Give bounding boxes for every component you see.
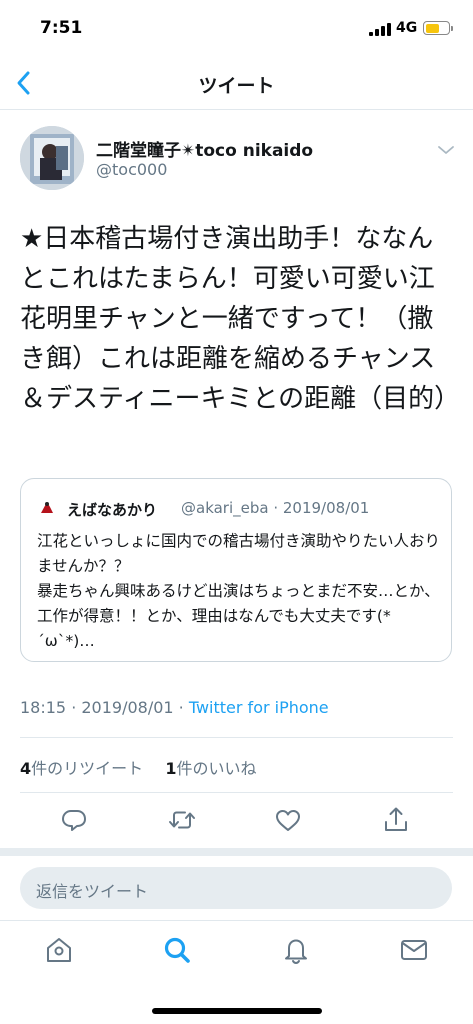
quote-avatar — [37, 498, 57, 518]
author-name[interactable]: 二階堂瞳子✴︎toco nikaido — [96, 136, 313, 161]
status-bar: 7:51 4G — [0, 0, 473, 56]
timestamp-text: 18:15 · 2019/08/01 · — [20, 698, 189, 717]
avatar[interactable] — [20, 126, 84, 190]
tweet-text: ★日本稽古場付き演出助手！ななんとこれはたまらん！可愛い可愛い江花明里チャンと一… — [20, 224, 461, 414]
battery-icon — [423, 21, 450, 35]
retweet-icon — [169, 811, 195, 829]
battery-tip — [451, 26, 453, 31]
avatar-image — [20, 126, 84, 190]
signal-icon — [369, 23, 393, 36]
reply-button[interactable] — [58, 804, 90, 836]
source-link[interactable]: Twitter for iPhone — [189, 698, 329, 717]
like-label: 件のいいね — [176, 759, 257, 778]
messages-icon — [401, 940, 427, 960]
retweet-label: 件のリツイート — [31, 759, 144, 778]
author-handle[interactable]: @toc000 — [96, 160, 167, 179]
section-separator — [0, 848, 473, 856]
tab-messages[interactable] — [398, 934, 430, 966]
quote-text-content: 江花といっしょに国内での稽古場付き演助やりたい人おりませんか？？ 暴走ちゃん興味… — [37, 532, 441, 650]
status-time: 7:51 — [40, 18, 83, 38]
retweet-button[interactable] — [166, 804, 198, 836]
reply-icon — [62, 810, 86, 831]
like-button[interactable] — [272, 804, 304, 836]
network-label: 4G — [396, 20, 418, 36]
like-icon — [276, 810, 300, 831]
like-stat[interactable]: 1件のいいね — [165, 759, 256, 778]
home-icon — [47, 938, 71, 962]
home-indicator — [152, 1008, 322, 1014]
page-title: ツイート — [198, 75, 275, 97]
tweet-timestamp: 18:15 · 2019/08/01 · Twitter for iPhone — [20, 698, 329, 717]
reply-input[interactable]: 返信をツイート — [20, 867, 452, 909]
like-count: 1 — [165, 759, 177, 778]
tab-home[interactable] — [43, 934, 75, 966]
notifications-icon — [285, 939, 307, 965]
share-button[interactable] — [380, 804, 412, 836]
divider — [20, 737, 453, 738]
tab-notifications[interactable] — [280, 934, 312, 966]
quote-author-name: えばなあかり — [67, 501, 158, 519]
retweet-stat[interactable]: 4件のリツイート — [20, 759, 143, 778]
tweet-stats: 4件のリツイート 1件のいいね — [20, 755, 257, 779]
nav-bar: ツイート — [0, 56, 473, 110]
tweet-options-button[interactable] — [434, 140, 458, 160]
quote-meta: @akari_eba · 2019/08/01 — [181, 499, 370, 517]
share-icon — [385, 807, 407, 831]
quoted-tweet[interactable]: えばなあかり @akari_eba · 2019/08/01 江花といっしょに国… — [20, 478, 452, 662]
tab-search[interactable] — [161, 934, 193, 966]
reply-placeholder: 返信をツイート — [36, 882, 149, 901]
divider — [20, 792, 453, 793]
quote-text: 江花といっしょに国内での稽古場付き演助やりたい人おりませんか？？ 暴走ちゃん興味… — [37, 529, 441, 654]
retweet-count: 4 — [20, 759, 32, 778]
chevron-down-icon — [438, 146, 454, 154]
search-icon — [164, 937, 190, 963]
